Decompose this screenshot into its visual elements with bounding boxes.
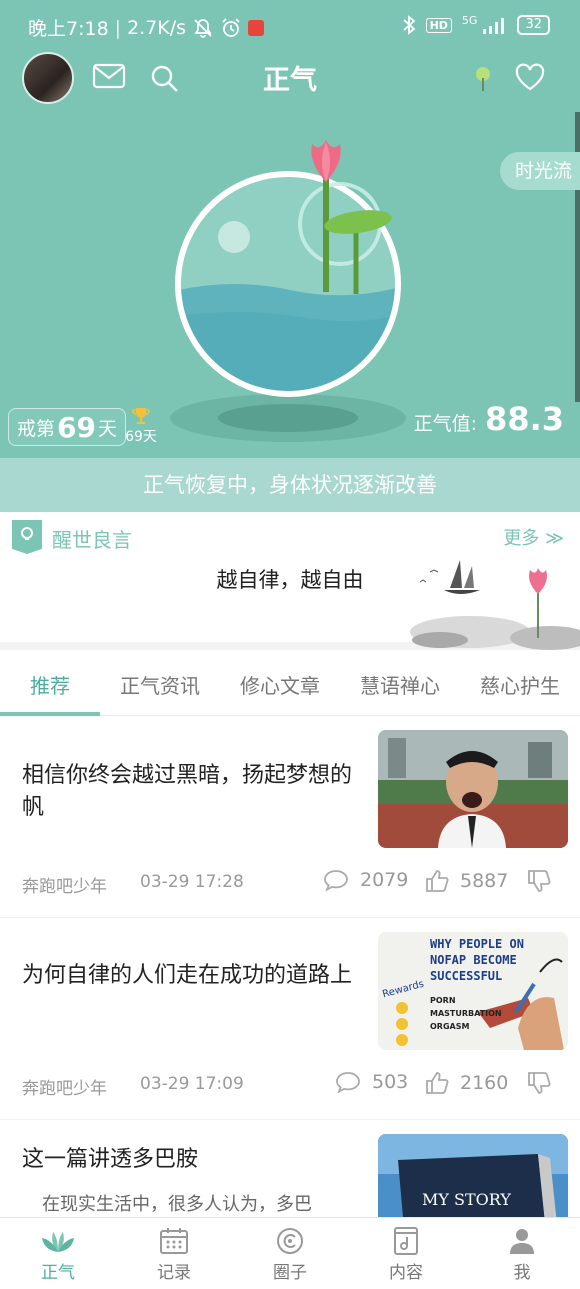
streak-counter: 戒第 69 天 [8,408,126,446]
thumb-line-1: WHY PEOPLE ON [430,937,524,951]
score-value: 88.3 [485,400,564,438]
network-label: 5G [461,13,478,27]
tab-wisdom[interactable]: 慧语禅心 [340,658,460,716]
best-record[interactable]: 69天 [124,406,158,446]
thumb-porn: PORN [430,996,456,1005]
circle-icon [277,1228,303,1254]
article-title: 为何自律的人们走在成功的道路上 [22,963,353,988]
music-book-icon [394,1227,418,1255]
thumb-orgasm: ORGASM [430,1022,470,1031]
nav-label: 我 [513,1263,531,1283]
article-card[interactable]: 这一篇讲透多巴胺 在现实生活中，很多人认为，多巴 MY STORY [0,1120,580,1217]
nav-label: 正气 [41,1263,75,1283]
nav-records[interactable]: 记录 [134,1226,214,1283]
article-card[interactable]: 为何自律的人们走在成功的道路上 WHY PEOPLE ON NOFAP BECO… [0,918,580,1120]
nav-label: 记录 [157,1263,191,1283]
hd-badge: HD [425,17,452,33]
comment-icon [324,870,348,892]
score-display: 正气值: 88.3 [414,400,564,438]
comment-count: 2079 [360,869,409,891]
article-thumbnail [378,730,568,848]
status-banner: 正气恢复中，身体状况逐渐改善 [0,458,580,512]
comment-icon [336,1072,360,1094]
hero-area: 晚上7:18 | 2.7K/s HD 5G 32 正气 时光流 戒第 69 天 … [0,0,580,512]
like-group[interactable]: 2160 [424,1070,508,1096]
comment-count-group[interactable]: 503 [334,1070,408,1094]
thumbs-up-icon [426,870,449,892]
like-count: 5887 [460,870,509,892]
nav-content[interactable]: 内容 [366,1226,446,1283]
tab-recommend[interactable]: 推荐 [0,658,110,716]
status-bar: 晚上7:18 | 2.7K/s HD 5G 32 [0,0,580,50]
navbar: 正气 [0,50,580,110]
comment-count-group[interactable]: 2079 [322,868,408,892]
article-title: 这一篇讲透多巴胺 [22,1147,199,1172]
streak-prefix: 戒第 [17,417,56,440]
quote-section: 醒世良言 更多 ≫ 越自律，越自由 [0,512,580,650]
status-speed: 2.7K/s [127,16,187,39]
more-link[interactable]: 更多 ≫ [503,524,564,550]
thumbs-up-icon [426,1072,449,1094]
bulb-pin-icon [12,520,42,554]
thumbs-down-icon[interactable] [526,1070,552,1096]
article-author[interactable]: 奔跑吧少年 [22,872,107,897]
bluetooth-icon [402,15,415,35]
streak-days: 69 [57,410,96,444]
nav-circle[interactable]: 圈子 [250,1226,330,1283]
streak-suffix: 天 [97,417,117,440]
article-meta: 奔跑吧少年 03-29 17:28 2079 5887 [22,868,562,897]
score-label: 正气值: [413,413,478,435]
bottom-nav: 正气 记录 圈子 内容 我 [0,1217,580,1289]
thumbs-down-icon[interactable] [526,868,552,894]
article-time: 03-29 17:28 [140,872,244,892]
battery-indicator: 32 [517,15,550,35]
mute-bell-icon [194,18,212,38]
tab-compassion[interactable]: 慈心护生 [460,658,580,716]
article-excerpt: 在现实生活中，很多人认为，多巴 [42,1194,312,1215]
tab-articles[interactable]: 修心文章 [220,658,340,716]
signal-icon [483,18,505,34]
alarm-icon [222,17,240,37]
app-notification-icon [248,19,265,36]
nav-label: 内容 [389,1263,423,1283]
person-icon [510,1229,534,1254]
thumb-line-2: NOFAP BECOME [430,953,517,967]
time-flow-button[interactable]: 时光流 [500,152,580,190]
article-author[interactable]: 奔跑吧少年 [22,1074,107,1099]
tab-news[interactable]: 正气资讯 [100,658,220,716]
comment-count: 503 [372,1071,409,1093]
ink-painting-image [410,560,580,650]
best-days: 69天 [125,429,157,445]
article-card[interactable]: 相信你终会越过黑暗，扬起梦想的帆 奔跑吧少年 03-29 17:28 2079 … [0,716,580,918]
article-title: 相信你终会越过黑暗，扬起梦想的帆 [22,763,353,820]
status-time: 晚上7:18 [28,18,109,40]
article-meta: 奔跑吧少年 03-29 17:09 503 2160 [22,1070,562,1099]
trophy-icon [132,408,150,424]
thumb-story-text: MY STORY [422,1190,511,1209]
lotus-icon [42,1232,74,1252]
bowl-scene: 时光流 戒第 69 天 69天 正气值: 88.3 [0,112,580,458]
article-thumbnail: WHY PEOPLE ON NOFAP BECOME SUCCESSFUL Re… [378,932,568,1050]
article-thumbnail: MY STORY [378,1134,568,1217]
article-time: 03-29 17:09 [140,1074,244,1094]
nav-zhengqi[interactable]: 正气 [18,1226,98,1283]
nav-label: 圈子 [273,1263,307,1283]
thumb-masturbation: MASTURBATION [430,1009,502,1018]
page-title: 正气 [263,65,317,96]
nav-me[interactable]: 我 [482,1226,562,1283]
like-group[interactable]: 5887 [424,868,508,894]
like-count: 2160 [460,1072,509,1094]
heart-icon[interactable] [514,62,546,92]
thumb-line-3: SUCCESSFUL [430,969,503,983]
category-tabs: 推荐 正气资讯 修心文章 慧语禅心 慈心护生 [0,658,580,716]
calendar-icon [160,1228,188,1254]
tree-icon[interactable] [474,66,492,92]
quote-section-title: 醒世良言 [52,528,132,552]
